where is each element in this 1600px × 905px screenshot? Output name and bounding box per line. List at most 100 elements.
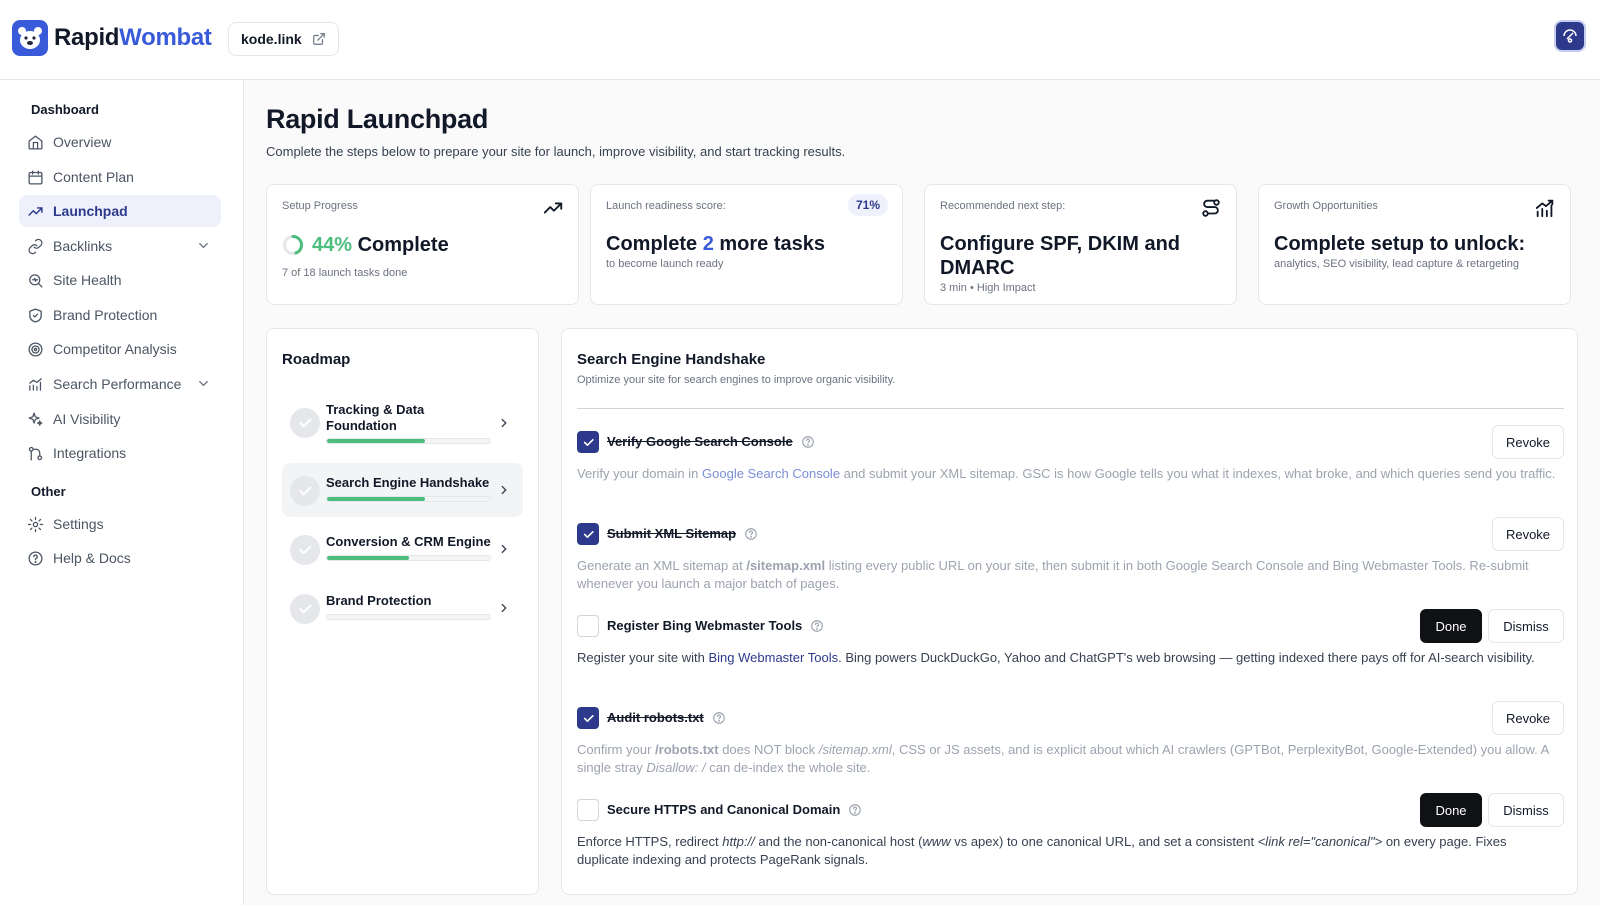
- sidebar-item-overview[interactable]: Overview: [19, 126, 221, 158]
- logo-text: RapidWombat: [54, 24, 212, 51]
- roadmap-item[interactable]: Brand Protection: [282, 581, 523, 635]
- sidebar-item-help-docs[interactable]: Help & Docs: [19, 542, 221, 574]
- task-description: Register your site with Bing Webmaster T…: [577, 650, 1535, 665]
- task-description: Generate an XML sitemap at /sitemap.xml …: [577, 558, 1529, 591]
- trending-up-icon: [28, 206, 43, 216]
- domain-link[interactable]: kode.link: [228, 22, 339, 56]
- sidebar-item-label: Help & Docs: [53, 550, 131, 566]
- check-icon: [583, 438, 594, 446]
- stat-label: Growth Opportunities: [1274, 200, 1378, 212]
- revoke-button[interactable]: Revoke: [1492, 701, 1564, 735]
- readiness-headline: Complete 2 more tasks: [606, 233, 825, 255]
- roadmap-item[interactable]: Conversion & CRM Engine: [282, 522, 523, 576]
- sidebar-item-label: Backlinks: [53, 238, 113, 254]
- bing-webmaster-tools-link[interactable]: Bing Webmaster Tools: [709, 650, 839, 665]
- link-icon: [28, 238, 43, 254]
- roadmap-progress-bar: [326, 438, 491, 444]
- roadmap-item-label: Conversion & CRM Engine: [326, 534, 491, 549]
- chevron-right-icon: [501, 418, 507, 428]
- page-title: Rapid Launchpad: [266, 104, 489, 134]
- progress-percent: 44%: [312, 234, 353, 256]
- task-checkbox[interactable]: [577, 615, 599, 637]
- progress-complete-text: Complete: [352, 234, 449, 256]
- roadmap-item[interactable]: Tracking & Data Foundation: [282, 395, 523, 449]
- dismiss-button[interactable]: Dismiss: [1488, 793, 1564, 827]
- account-avatar[interactable]: [1554, 20, 1586, 52]
- progress-ring-icon: [283, 235, 303, 255]
- help-circle-icon: [28, 550, 43, 566]
- help-circle-icon[interactable]: [744, 527, 758, 541]
- task-description: Verify your domain in Google Search Cons…: [577, 466, 1556, 481]
- sidebar-item-backlinks[interactable]: Backlinks: [19, 230, 221, 262]
- sidebar-item-competitor-analysis[interactable]: Competitor Analysis: [19, 333, 221, 365]
- tasks-panel: Search Engine Handshake Optimize your si…: [561, 328, 1578, 895]
- sidebar-item-label: Settings: [53, 516, 104, 532]
- sidebar-item-search-performance[interactable]: Search Performance: [19, 368, 221, 400]
- sidebar-item-integrations[interactable]: Integrations: [19, 437, 221, 469]
- roadmap-item-label: Brand Protection: [326, 593, 432, 608]
- target-icon: [28, 341, 43, 357]
- logo[interactable]: RapidWombat: [12, 20, 212, 56]
- task-checkbox[interactable]: [577, 523, 599, 545]
- sidebar-item-settings[interactable]: Settings: [19, 508, 221, 540]
- sidebar-item-site-health[interactable]: Site Health: [19, 264, 221, 296]
- task-checkbox[interactable]: [577, 431, 599, 453]
- top-bar: RapidWombat kode.link: [0, 0, 1600, 80]
- dismiss-button[interactable]: Dismiss: [1488, 609, 1564, 643]
- sidebar-item-ai-visibility[interactable]: AI Visibility: [19, 403, 221, 435]
- growth-headline: Complete setup to unlock:: [1274, 233, 1526, 255]
- revoke-button[interactable]: Revoke: [1492, 425, 1564, 459]
- sidebar-item-brand-protection[interactable]: Brand Protection: [19, 299, 221, 331]
- help-circle-icon[interactable]: [712, 711, 726, 725]
- done-button[interactable]: Done: [1420, 609, 1482, 643]
- sidebar-item-label: Launchpad: [53, 203, 128, 219]
- task-title: Submit XML Sitemap: [607, 526, 758, 541]
- task-checkbox[interactable]: [577, 707, 599, 729]
- chevron-right-icon: [501, 485, 507, 495]
- roadmap-title: Roadmap: [282, 351, 351, 368]
- help-circle-icon[interactable]: [801, 435, 815, 449]
- check-icon: [290, 476, 320, 506]
- chevron-down-icon[interactable]: [196, 238, 211, 253]
- home-icon: [28, 134, 43, 150]
- google-search-console-link[interactable]: Google Search Console: [702, 466, 840, 481]
- help-circle-icon[interactable]: [810, 619, 824, 633]
- check-icon: [290, 535, 320, 565]
- roadmap-item[interactable]: Search Engine Handshake: [282, 463, 523, 517]
- task-description: Confirm your /robots.txt does NOT block …: [577, 742, 1549, 775]
- roadmap-item-label: Search Engine Handshake: [326, 475, 490, 490]
- bar-chart-icon: [1535, 199, 1554, 218]
- domain-text: kode.link: [241, 31, 302, 47]
- readiness-badge: 71%: [847, 194, 888, 216]
- sidebar-heading-dashboard: Dashboard: [31, 102, 99, 117]
- sidebar-item-label: AI Visibility: [53, 411, 121, 427]
- next-step-card[interactable]: Recommended next step: Configure SPF, DK…: [924, 184, 1237, 305]
- progress-note: 7 of 18 launch tasks done: [282, 267, 408, 279]
- revoke-button[interactable]: Revoke: [1492, 517, 1564, 551]
- divider: [577, 408, 1564, 409]
- external-link-icon: [312, 33, 325, 45]
- roadmap-progress-bar: [326, 496, 491, 502]
- task-checkbox[interactable]: [577, 799, 599, 821]
- done-button[interactable]: Done: [1420, 793, 1482, 827]
- sidebar-item-label: Integrations: [53, 445, 127, 461]
- calendar-icon: [28, 169, 43, 185]
- section-subtitle: Optimize your site for search engines to…: [577, 374, 896, 386]
- sidebar-item-content-plan[interactable]: Content Plan: [19, 161, 221, 193]
- search-health-icon: [29, 273, 43, 288]
- help-circle-icon[interactable]: [848, 803, 862, 817]
- task-description: Enforce HTTPS, redirect http:// and the …: [577, 834, 1507, 867]
- roadmap-progress-bar: [326, 555, 491, 561]
- chevron-down-icon[interactable]: [196, 376, 211, 391]
- trending-up-icon: [543, 202, 563, 214]
- avatar-icon: [1563, 29, 1577, 43]
- launch-readiness-card: Launch readiness score: 71% Complete 2 m…: [590, 184, 903, 305]
- roadmap-progress-bar: [326, 614, 491, 620]
- sidebar-item-label: Search Performance: [53, 376, 182, 392]
- task-title: Register Bing Webmaster Tools: [607, 618, 824, 633]
- check-icon: [583, 530, 594, 538]
- gear-icon: [27, 516, 44, 532]
- next-step-headline: Configure SPF, DKIM and DMARC: [940, 233, 1180, 279]
- sidebar-item-launchpad[interactable]: Launchpad: [19, 195, 221, 227]
- main-content: Rapid Launchpad Complete the steps below…: [244, 80, 1600, 905]
